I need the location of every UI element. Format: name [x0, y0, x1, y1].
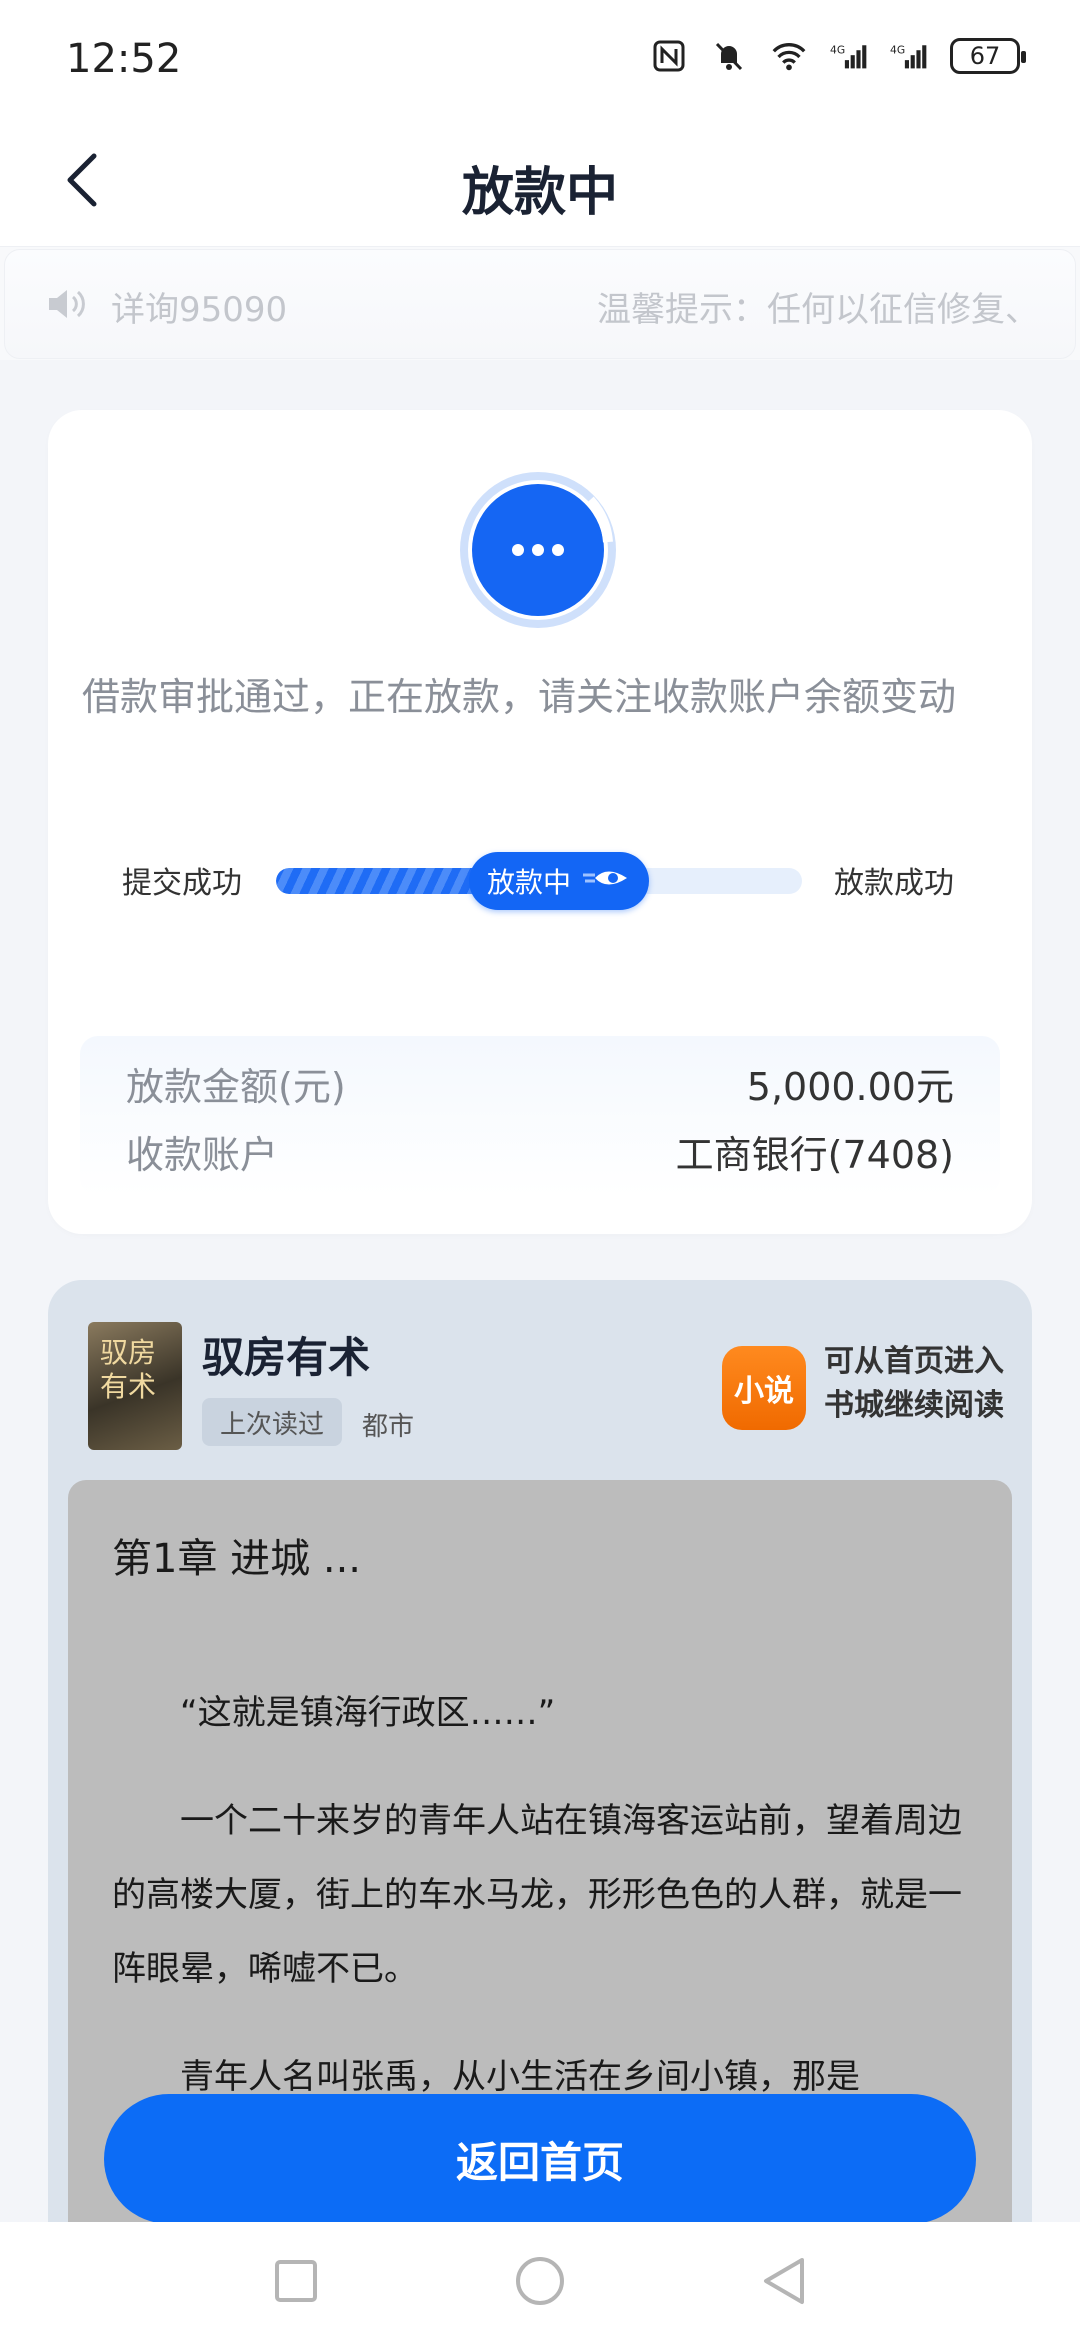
signal-4g-icon: 4G: [890, 38, 928, 74]
progress-end-label: 放款成功: [834, 866, 954, 901]
status-time: 12:52: [66, 36, 182, 82]
progress-current-badge: 放款中: [469, 852, 650, 910]
book-genre: 都市: [362, 1412, 415, 1442]
notice-hotline[interactable]: 详询95090: [111, 282, 287, 331]
info-label: 收款账户: [126, 1132, 279, 1177]
recents-icon[interactable]: [266, 2251, 326, 2311]
chapter-title: 第1章 进城 ...: [112, 1536, 362, 1582]
processing-icon: [458, 470, 618, 630]
return-home-button[interactable]: 返回首页: [104, 2094, 976, 2224]
status-icons: 4G 4G 67: [650, 38, 1026, 74]
speaker-icon: [45, 286, 91, 326]
loan-info-box: 放款金额(元) 5,000.00元 收款账户 工商银行(7408): [80, 1036, 1000, 1196]
page-title: 放款中: [461, 163, 618, 223]
wifi-icon: [770, 38, 808, 74]
nav-bar: 放款中: [0, 120, 1080, 246]
mute-icon: [710, 38, 748, 74]
last-read-badge: 上次读过: [202, 1398, 343, 1446]
bookstore-hint: 可从首页进入书城继续阅读: [824, 1344, 1004, 1423]
progress-current-label: 放款中: [487, 866, 572, 899]
info-row-account: 收款账户 工商银行(7408): [126, 1126, 954, 1177]
notice-bar: 详询95090 温馨提示：任何以征信修复、: [0, 246, 1080, 360]
notice-tip: 温馨提示：任何以征信修复、: [597, 290, 1039, 330]
loan-status-card: 借款审批通过，正在放款，请关注收款账户余额变动 提交成功 放款中 放款成功 放款…: [48, 410, 1032, 1234]
home-icon[interactable]: [510, 2251, 570, 2311]
info-value: 5,000.00元: [746, 1064, 954, 1109]
system-nav-bar: [0, 2222, 1080, 2340]
back-icon[interactable]: [754, 2251, 814, 2311]
status-message: 借款审批通过，正在放款，请关注收款账户余额变动: [82, 675, 957, 719]
svg-text:4G: 4G: [890, 44, 905, 57]
chapter-body: “这就是镇海行政区……” 一个二十来岁的青年人站在镇海客运站前，望着周边的高楼大…: [112, 1676, 974, 2148]
notice-card[interactable]: 详询95090 温馨提示：任何以征信修复、: [4, 249, 1076, 359]
nfc-icon: [650, 38, 688, 74]
book-cover[interactable]: 驭房有术: [88, 1322, 182, 1450]
signal-4g-icon: 4G: [830, 38, 868, 74]
svg-text:4G: 4G: [830, 44, 845, 57]
book-cover-title: 驭房有术: [100, 1336, 157, 1403]
info-row-amount: 放款金额(元) 5,000.00元: [126, 1058, 954, 1109]
status-bar: 12:52 4G 4G 67: [0, 0, 1080, 120]
novel-app-logo[interactable]: 小说: [722, 1346, 806, 1430]
book-title[interactable]: 驭房有术: [202, 1324, 370, 1385]
info-value: 工商银行(7408): [675, 1132, 954, 1177]
battery-icon: 67: [950, 38, 1026, 74]
info-label: 放款金额(元): [126, 1064, 346, 1109]
chapter-paragraph: “这就是镇海行政区……”: [180, 1693, 556, 1733]
progress-start-label: 提交成功: [122, 866, 242, 901]
chapter-paragraph: 一个二十来岁的青年人站在镇海客运站前，望着周边的高楼大厦，街上的车水马龙，形形色…: [112, 1801, 962, 1989]
rocket-icon: [581, 863, 631, 900]
